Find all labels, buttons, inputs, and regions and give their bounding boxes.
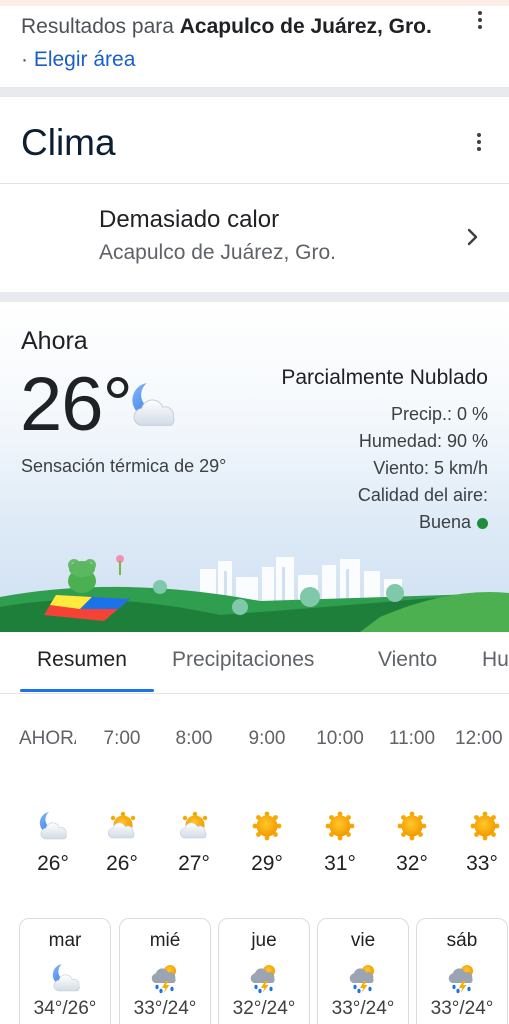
active-tab-indicator xyxy=(20,689,154,692)
hour-label: 7:00 xyxy=(103,728,141,749)
wind: Viento: 5 km/h xyxy=(373,458,488,478)
day-temperatures: 34°/26° xyxy=(33,998,97,1019)
air-quality-value: Buena xyxy=(418,512,471,532)
air-quality-label: Calidad del aire: xyxy=(357,485,488,505)
hour-temperature: 33° xyxy=(466,852,498,875)
feels-like: Sensación térmica de 29° xyxy=(21,456,227,476)
heat-alert-row[interactable]: Demasiado calor Acapulco de Juárez, Gro. xyxy=(0,184,509,450)
humidity: Humedad: 90 % xyxy=(358,431,488,451)
moon-cloud-icon xyxy=(131,382,175,426)
results-more-options-icon[interactable] xyxy=(470,8,490,32)
day-forecast-card[interactable]: mié 33°/24° xyxy=(119,918,211,1024)
hour-label: 8:00 xyxy=(175,728,213,749)
day-forecast-card[interactable]: sáb 33°/24° xyxy=(416,918,508,1024)
thunderstorm-icon xyxy=(250,965,275,994)
hour-temperature: 26° xyxy=(106,852,138,875)
day-temperatures: 33°/24° xyxy=(133,998,197,1019)
day-name: mar xyxy=(48,930,82,951)
air-quality-dot xyxy=(477,517,488,529)
sun-icon xyxy=(397,811,427,841)
day-forecast-card[interactable]: jue 32°/24° xyxy=(218,918,310,1024)
condition-text: Parcialmente Nublado xyxy=(281,366,488,389)
hour-temperature: 32° xyxy=(396,852,428,875)
results-location: Acapulco de Juárez, Gro. xyxy=(179,15,432,38)
day-forecast-card[interactable]: vie 33°/24° xyxy=(317,918,409,1024)
results-prefix: Resultados para xyxy=(21,15,180,38)
air-quality: Buena xyxy=(419,512,488,533)
moon-cloud-icon xyxy=(52,963,80,992)
section-separator xyxy=(0,292,509,302)
sun-cloud-icon xyxy=(180,811,208,839)
day-name: sáb xyxy=(446,930,478,951)
day-name: vie xyxy=(350,930,376,951)
hour-label: 11:00 xyxy=(388,728,436,749)
chevron-right-icon xyxy=(467,228,478,246)
hour-label: 12:00 xyxy=(455,728,503,749)
hour-temperature: 26° xyxy=(37,852,69,875)
day-name: jue xyxy=(251,930,277,951)
tab-wind[interactable]: Viento xyxy=(378,648,437,672)
tabs-divider xyxy=(0,693,509,694)
thunderstorm-icon xyxy=(349,965,374,994)
now-label: Ahora xyxy=(21,327,88,355)
alert-title: Demasiado calor xyxy=(99,206,280,233)
hour-temperature: 31° xyxy=(324,852,356,875)
hour-label: 10:00 xyxy=(316,728,364,749)
landscape-illustration xyxy=(0,555,509,632)
moon-cloud-icon xyxy=(39,811,67,840)
sun-icon xyxy=(325,811,355,841)
day-name: mié xyxy=(149,930,181,951)
hour-label: AHORA xyxy=(19,728,76,749)
search-results-header: Resultados para Acapulco de Juárez, Gro.… xyxy=(0,6,509,86)
precipitation: Precip.: 0 % xyxy=(390,404,488,424)
results-for-text: Resultados para Acapulco de Juárez, Gro.… xyxy=(21,10,441,76)
sun-cloud-icon xyxy=(108,811,136,839)
current-temperature: 26° xyxy=(20,362,133,447)
thunderstorm-icon xyxy=(151,965,176,994)
tab-humidity[interactable]: Hu xyxy=(482,648,509,672)
sun-icon xyxy=(252,811,282,841)
current-conditions-panel: Ahora 26° Sensación térmica de 29° Parci… xyxy=(0,303,509,632)
day-temperatures: 32°/24° xyxy=(232,998,296,1019)
weather-title: Clima xyxy=(21,122,116,163)
day-forecast-card[interactable]: mar 34°/26° xyxy=(19,918,111,1024)
hour-temperature: 29° xyxy=(251,852,283,875)
tab-precipitation[interactable]: Precipitaciones xyxy=(172,648,314,672)
change-area-link[interactable]: Elegir área xyxy=(34,48,136,71)
tab-summary[interactable]: Resumen xyxy=(37,648,127,672)
hour-temperature: 27° xyxy=(178,852,210,875)
weather-more-options-icon[interactable] xyxy=(469,130,489,154)
section-separator xyxy=(0,87,509,97)
day-temperatures: 33°/24° xyxy=(331,998,395,1019)
alert-location: Acapulco de Juárez, Gro. xyxy=(99,241,336,264)
sun-icon xyxy=(470,811,500,841)
day-temperatures: 33°/24° xyxy=(430,998,494,1019)
separator: · xyxy=(21,48,34,71)
hour-label: 9:00 xyxy=(248,728,286,749)
thunderstorm-icon xyxy=(448,965,473,994)
